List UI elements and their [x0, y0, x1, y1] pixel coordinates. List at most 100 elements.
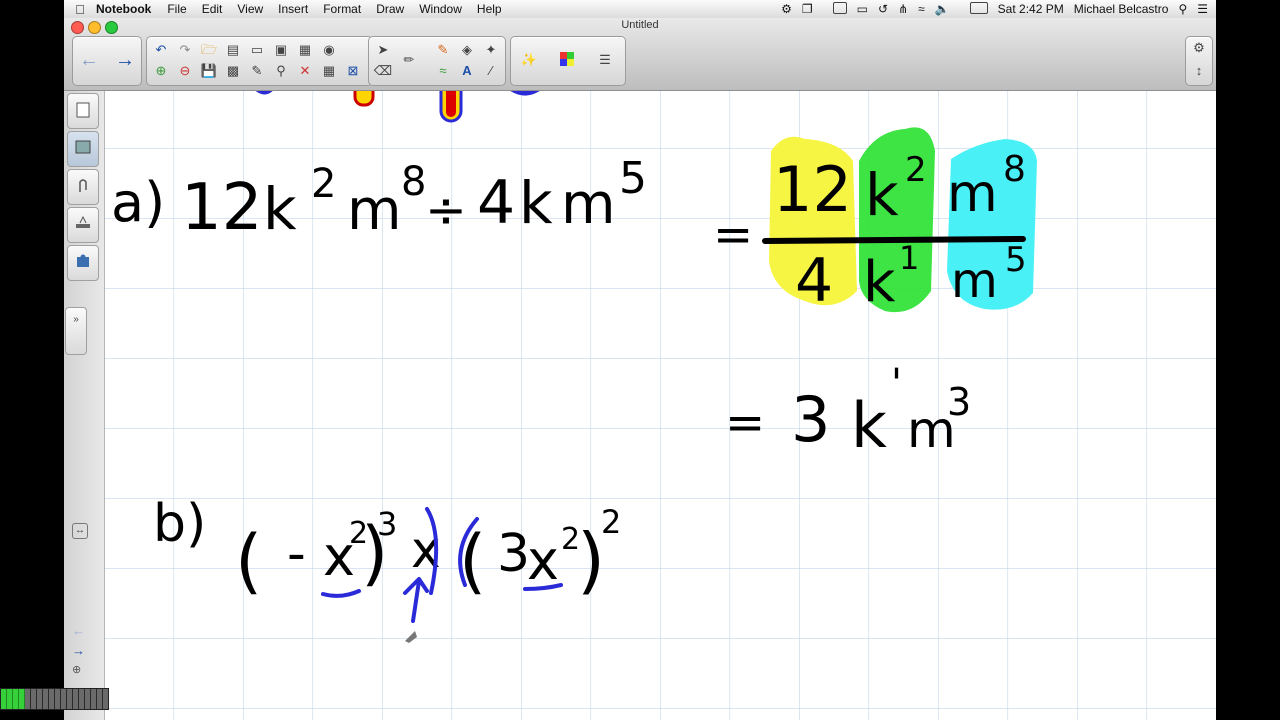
- problem-a-var-k: k: [263, 175, 297, 243]
- gallery-tab[interactable]: [67, 131, 99, 167]
- rail-add-page-icon[interactable]: ⊕: [72, 663, 81, 676]
- text-icon[interactable]: A: [457, 62, 477, 80]
- add-page-icon[interactable]: ⊕: [151, 62, 171, 80]
- fraction-bar: [762, 236, 1026, 244]
- fraction-num-m: m: [947, 164, 998, 224]
- table-icon[interactable]: ▦: [295, 41, 315, 59]
- forward-icon[interactable]: →: [115, 50, 135, 70]
- fraction-den-coef: 4: [795, 246, 833, 316]
- redo-icon[interactable]: ↷: [175, 41, 195, 59]
- volume-icon[interactable]: 🔈: [935, 2, 950, 16]
- tray-app-icon[interactable]: ⚙: [781, 2, 792, 16]
- window-titlebar: Untitled ← → ↶ ↷ 🗁 ▤ ▭ ▣ ▦ ◉ ⊕ ⊖ 💾 ▩ ✎ ⚲…: [64, 18, 1216, 91]
- color-palette-icon[interactable]: [557, 51, 577, 69]
- problem-b-x3: x: [527, 529, 559, 592]
- problem-b-label: b): [153, 494, 206, 554]
- problem-b-lparen2: (: [459, 520, 486, 602]
- menubar-user[interactable]: Michael Belcastro: [1074, 2, 1169, 16]
- rail-back-icon[interactable]: ←: [72, 623, 85, 638]
- settings-icon[interactable]: ⚙: [1189, 39, 1209, 57]
- time-machine-icon[interactable]: ↺: [878, 2, 888, 16]
- menu-bar:  Notebook File Edit View Insert Format …: [64, 0, 1216, 19]
- side-tabs: » ↔ ← → ⊕: [64, 91, 105, 720]
- apple-menu-icon[interactable]: : [64, 2, 96, 17]
- magic-wand-icon[interactable]: ✨: [519, 51, 539, 69]
- problem-a-exp-m: 8: [401, 159, 426, 205]
- spell-check-icon[interactable]: ◉: [319, 41, 339, 59]
- properties-icon[interactable]: ☰: [595, 51, 615, 69]
- attachments-tab[interactable]: [67, 169, 99, 205]
- insert-page-icon[interactable]: ▤: [223, 41, 243, 59]
- capture-icon[interactable]: ▣: [271, 41, 291, 59]
- window-title: Untitled: [621, 19, 659, 31]
- full-screen-icon[interactable]: ⊠: [343, 62, 363, 80]
- page-tools-group: ↶ ↷ 🗁 ▤ ▭ ▣ ▦ ◉ ⊕ ⊖ 💾 ▩ ✎ ⚲ ✕ ▦ ⊠: [146, 36, 373, 86]
- save-icon[interactable]: 💾: [199, 62, 219, 80]
- open-icon[interactable]: 🗁: [199, 41, 219, 59]
- airplay-icon[interactable]: ▭: [857, 2, 868, 16]
- fraction-equals: =: [713, 207, 753, 263]
- menu-window[interactable]: Window: [419, 2, 462, 16]
- result-k: k: [851, 389, 887, 462]
- progress-bar: [0, 688, 109, 710]
- menu-view[interactable]: View: [237, 2, 263, 16]
- gallery-icon: [75, 140, 91, 154]
- menu-help[interactable]: Help: [477, 2, 502, 16]
- fraction-num-m-exp: 8: [1003, 149, 1026, 190]
- menu-file[interactable]: File: [167, 2, 186, 16]
- eraser-icon[interactable]: ⌫: [373, 62, 393, 80]
- line-icon[interactable]: ∕: [481, 62, 501, 80]
- creative-pen-icon[interactable]: ✎: [433, 41, 453, 59]
- fraction-den-m: m: [951, 253, 998, 309]
- problem-b-neg: -: [287, 524, 306, 584]
- zoom-icon[interactable]: ⚲: [271, 62, 291, 80]
- wifi-icon[interactable]: ≈: [918, 2, 925, 16]
- menu-edit[interactable]: Edit: [202, 2, 223, 16]
- spotlight-icon[interactable]: ⚲: [1178, 2, 1187, 16]
- prev-ink-red-1: [353, 91, 375, 107]
- magic-pen-icon[interactable]: ✦: [481, 41, 501, 59]
- notification-icon[interactable]: ☰: [1197, 2, 1208, 16]
- problem-a-var-m: m: [347, 178, 402, 243]
- delete-page-icon[interactable]: ⊖: [175, 62, 195, 80]
- result-m-exp: 3: [947, 380, 971, 424]
- menu-draw[interactable]: Draw: [376, 2, 404, 16]
- page-sorter-tab[interactable]: [67, 93, 99, 129]
- bluetooth-icon[interactable]: ⋔: [898, 2, 908, 16]
- shape-recognition-icon[interactable]: ≈: [433, 62, 453, 80]
- clear-ink-icon[interactable]: ✎: [247, 62, 267, 80]
- collapse-sidebar-tab[interactable]: »: [65, 307, 87, 355]
- menubar-clock[interactable]: Sat 2:42 PM: [998, 2, 1064, 16]
- problem-a-coef: 12: [181, 171, 262, 245]
- undo-icon[interactable]: ↶: [151, 41, 171, 59]
- paste-icon[interactable]: ▩: [223, 62, 243, 80]
- problem-a-var-k2: k: [519, 169, 553, 237]
- tray-drive-icon[interactable]: [823, 1, 847, 17]
- back-icon[interactable]: ←: [79, 50, 99, 70]
- properties-tab[interactable]: [67, 207, 99, 243]
- fraction-den-k: k: [863, 250, 896, 315]
- fill-icon[interactable]: ◈: [457, 41, 477, 59]
- select-icon[interactable]: ➤: [373, 41, 393, 59]
- rail-forward-icon[interactable]: →: [72, 643, 85, 658]
- whiteboard-canvas[interactable]: a) 12 k 2 m 8 ÷ 4 k m 5 = 12 k 2 m 8 4 k…: [105, 91, 1216, 720]
- properties-group: ✨ ☰: [510, 36, 626, 86]
- pen-icon[interactable]: ✏: [399, 51, 419, 69]
- page-sorter-icon: [76, 102, 90, 118]
- problem-b-coef: 3: [497, 524, 530, 584]
- tray-windows-icon[interactable]: ❐: [802, 2, 813, 16]
- screen-shade-icon[interactable]: ▭: [247, 41, 267, 59]
- move-toolbar-icon[interactable]: ↔: [72, 523, 88, 539]
- problem-a-exp-k: 2: [311, 161, 336, 207]
- menu-insert[interactable]: Insert: [278, 2, 308, 16]
- grid-icon[interactable]: ▦: [319, 62, 339, 80]
- addons-tab[interactable]: [67, 245, 99, 281]
- delete-icon[interactable]: ✕: [295, 62, 315, 80]
- fraction-num-k: k: [865, 161, 899, 229]
- fraction-den-k-exp: 1: [899, 239, 919, 277]
- expand-icon[interactable]: ↕: [1189, 62, 1209, 80]
- app-menu[interactable]: Notebook: [96, 2, 151, 16]
- prev-ink-blue: [255, 91, 273, 95]
- menu-format[interactable]: Format: [323, 2, 361, 16]
- battery-icon[interactable]: [960, 1, 988, 17]
